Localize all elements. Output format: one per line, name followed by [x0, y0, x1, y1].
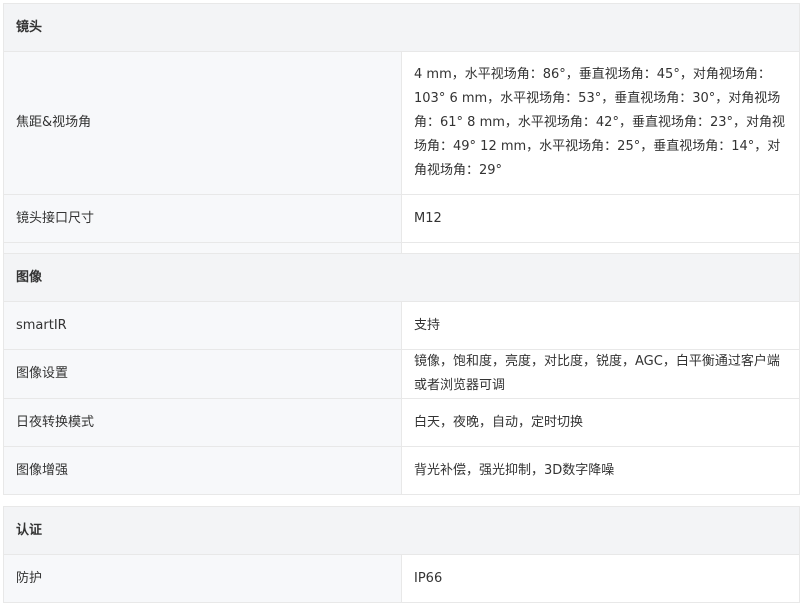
section-header: 镜头 — [3, 3, 800, 52]
table-row: 图像设置 镜像，饱和度，亮度，对比度，锐度，AGC，白平衡通过客户端或者浏览器可… — [3, 349, 800, 399]
table-row: 图像增强 背光补偿，强光抑制，3D数字降噪 — [3, 446, 800, 495]
row-label: 防护 — [3, 554, 402, 603]
row-value: 背光补偿，强光抑制，3D数字降噪 — [401, 446, 800, 495]
section-header: 认证 — [3, 506, 800, 555]
table-row: 镜头接口尺寸 M12 — [3, 194, 800, 243]
row-label: 图像设置 — [3, 349, 402, 399]
table-row: 防护 IP66 — [3, 554, 800, 603]
row-label: 图像增强 — [3, 446, 402, 495]
spec-table-certification: 认证 防护 IP66 — [3, 506, 800, 603]
row-value: 白天，夜晚，自动，定时切换 — [401, 398, 800, 447]
row-value: 支持 — [401, 301, 800, 350]
section-header: 图像 — [3, 253, 800, 302]
table-row: 焦距&视场角 4 mm，水平视场角：86°，垂直视场角：45°，对角视场角：10… — [3, 51, 800, 195]
spec-table-image: 图像 smartIR 支持 图像设置 镜像，饱和度，亮度，对比度，锐度，AGC，… — [3, 253, 800, 495]
section-title: 图像 — [3, 253, 800, 302]
row-label: smartIR — [3, 301, 402, 350]
section-title: 认证 — [3, 506, 800, 555]
spec-sheet: 镜头 焦距&视场角 4 mm，水平视场角：86°，垂直视场角：45°，对角视场角… — [0, 0, 802, 605]
row-value: 镜像，饱和度，亮度，对比度，锐度，AGC，白平衡通过客户端或者浏览器可调 — [401, 349, 800, 399]
row-label: 焦距&视场角 — [3, 51, 402, 195]
table-row: smartIR 支持 — [3, 301, 800, 350]
table-row: 日夜转换模式 白天，夜晚，自动，定时切换 — [3, 398, 800, 447]
row-value: 4 mm，水平视场角：86°，垂直视场角：45°，对角视场角：103° 6 mm… — [401, 51, 800, 195]
row-value: M12 — [401, 194, 800, 243]
section-title: 镜头 — [3, 3, 800, 52]
row-label: 镜头接口尺寸 — [3, 194, 402, 243]
spec-table-lens: 镜头 焦距&视场角 4 mm，水平视场角：86°，垂直视场角：45°，对角视场角… — [3, 3, 800, 291]
row-label: 日夜转换模式 — [3, 398, 402, 447]
row-value: IP66 — [401, 554, 800, 603]
